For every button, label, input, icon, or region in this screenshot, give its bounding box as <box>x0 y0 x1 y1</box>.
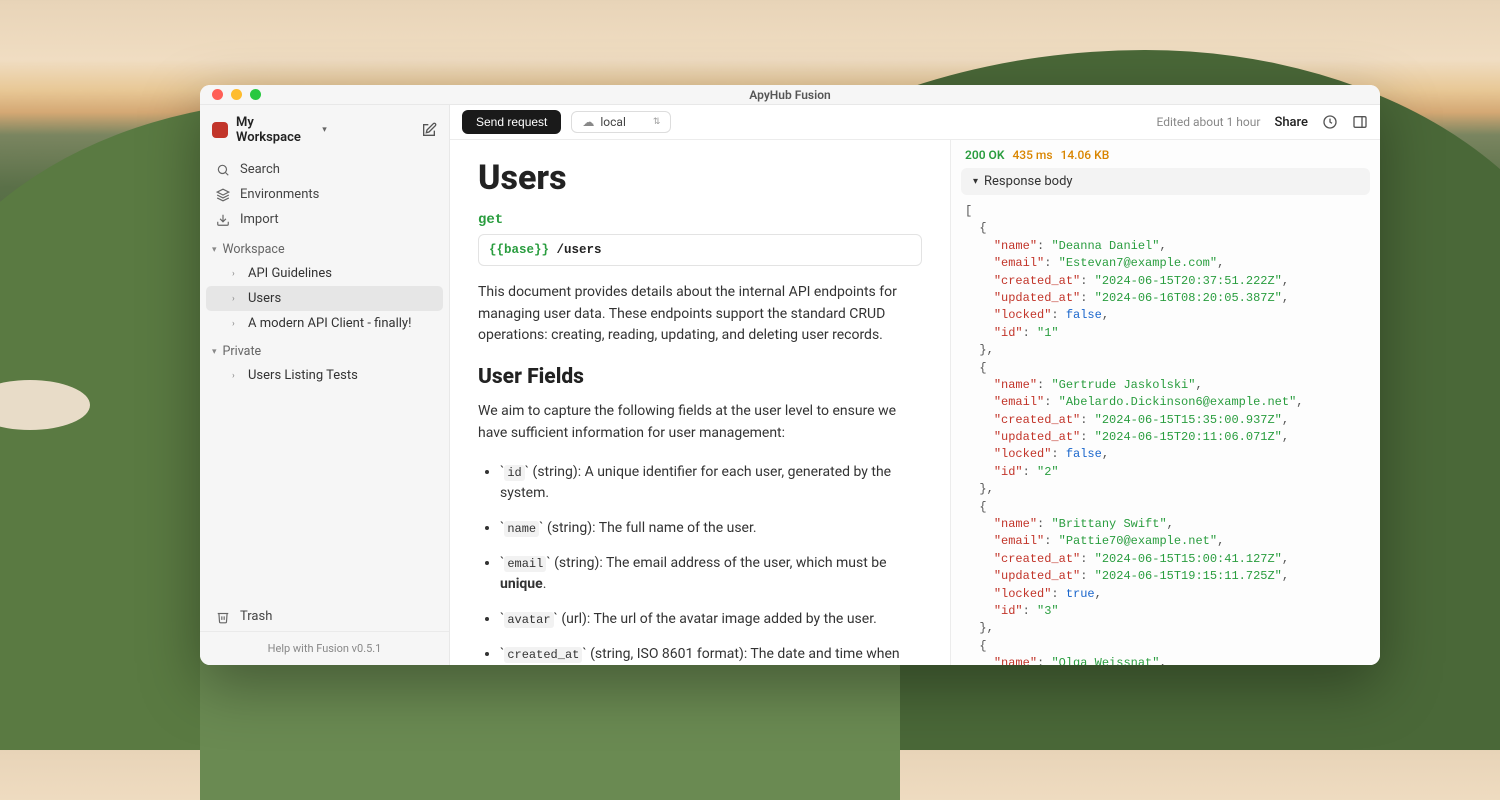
tree-item-modern-api-client[interactable]: › A modern API Client - finally! <box>206 311 443 336</box>
chevron-down-icon: ▾ <box>322 125 327 135</box>
section-workspace[interactable]: ▾ Workspace <box>200 234 449 261</box>
sidebar-trash[interactable]: Trash <box>208 604 441 629</box>
response-pane: 200 OK 435 ms 14.06 KB ▾ Response body [… <box>950 140 1380 665</box>
field-item: `id` (string): A unique identifier for e… <box>500 462 922 504</box>
chevron-right-icon: › <box>232 319 242 329</box>
page-title: Users <box>478 158 922 198</box>
trash-icon <box>216 610 230 624</box>
compose-icon[interactable] <box>421 122 437 138</box>
chevron-down-icon: ▾ <box>212 245 217 255</box>
sidebar-item-label: Trash <box>240 609 272 624</box>
search-icon <box>216 163 230 177</box>
minimize-window-button[interactable] <box>231 89 242 100</box>
section-private[interactable]: ▾ Private <box>200 336 449 363</box>
document-pane: Users get {{base}} /users This document … <box>450 140 950 665</box>
section-heading: User Fields <box>478 365 922 389</box>
environment-select[interactable]: ☁ local ⇅ <box>571 111 671 133</box>
chevron-right-icon: › <box>232 371 242 381</box>
http-method: get <box>478 212 922 228</box>
close-window-button[interactable] <box>212 89 223 100</box>
url-path: /users <box>557 243 602 257</box>
workspace-selector[interactable]: My Workspace ▾ <box>200 105 449 155</box>
sidebar-import[interactable]: Import <box>208 207 441 232</box>
response-section-label: Response body <box>984 174 1073 189</box>
tree-item-label: A modern API Client - finally! <box>248 316 411 331</box>
response-body-toggle[interactable]: ▾ Response body <box>961 168 1370 195</box>
edited-label: Edited about 1 hour <box>1157 115 1261 129</box>
chevron-down-icon: ▾ <box>973 176 978 187</box>
doc-paragraph: We aim to capture the following fields a… <box>478 401 922 444</box>
tree-item-users[interactable]: › Users <box>206 286 443 311</box>
request-url-box[interactable]: {{base}} /users <box>478 234 922 266</box>
url-variable: {{base}} <box>489 243 549 257</box>
tree-item-api-guidelines[interactable]: › API Guidelines <box>206 261 443 286</box>
import-icon <box>216 213 230 227</box>
maximize-window-button[interactable] <box>250 89 261 100</box>
response-body[interactable]: [ { "name": "Deanna Daniel", "email": "E… <box>951 203 1380 665</box>
section-label: Workspace <box>223 242 285 257</box>
sidebar-item-label: Environments <box>240 187 319 202</box>
field-item: `email` (string): The email address of t… <box>500 553 922 595</box>
sidebar-search[interactable]: Search <box>208 157 441 182</box>
status-time: 435 ms <box>1012 148 1052 162</box>
toolbar: Send request ☁ local ⇅ Edited about 1 ho… <box>450 105 1380 140</box>
app-window: ApyHub Fusion My Workspace ▾ Search Envi… <box>200 85 1380 665</box>
chevron-down-icon: ▾ <box>212 347 217 357</box>
titlebar: ApyHub Fusion <box>200 85 1380 105</box>
response-status-bar: 200 OK 435 ms 14.06 KB <box>951 140 1380 168</box>
field-item: `name` (string): The full name of the us… <box>500 518 922 539</box>
tree-item-label: Users Listing Tests <box>248 368 358 383</box>
sidebar-environments[interactable]: Environments <box>208 182 441 207</box>
tree-item-label: API Guidelines <box>248 266 332 281</box>
sidebar: My Workspace ▾ Search Environments Impor… <box>200 105 450 665</box>
share-button[interactable]: Share <box>1274 115 1308 130</box>
send-request-button[interactable]: Send request <box>462 110 561 134</box>
layers-icon <box>216 188 230 202</box>
section-label: Private <box>223 344 262 359</box>
window-title: ApyHub Fusion <box>749 88 830 102</box>
sidebar-item-label: Import <box>240 212 279 227</box>
environment-label: local <box>600 115 626 129</box>
panel-toggle-icon[interactable] <box>1352 114 1368 130</box>
sidebar-item-label: Search <box>240 162 280 177</box>
sidebar-footer[interactable]: Help with Fusion v0.5.1 <box>200 631 449 665</box>
sort-icon: ⇅ <box>653 117 661 127</box>
chevron-right-icon: › <box>232 269 242 279</box>
chevron-right-icon: › <box>232 294 242 304</box>
tree-item-label: Users <box>248 291 281 306</box>
tree-item-users-listing-tests[interactable]: › Users Listing Tests <box>206 363 443 388</box>
workspace-badge-icon <box>212 122 228 138</box>
doc-intro: This document provides details about the… <box>478 282 922 347</box>
cloud-icon: ☁ <box>582 115 594 129</box>
status-code: 200 OK <box>965 148 1004 162</box>
workspace-name: My Workspace <box>236 115 314 145</box>
history-icon[interactable] <box>1322 114 1338 130</box>
field-list: `id` (string): A unique identifier for e… <box>478 462 922 665</box>
field-item: `created_at` (string, ISO 8601 format): … <box>500 644 922 665</box>
field-item: `avatar` (url): The url of the avatar im… <box>500 609 922 630</box>
status-size: 14.06 KB <box>1061 148 1110 162</box>
